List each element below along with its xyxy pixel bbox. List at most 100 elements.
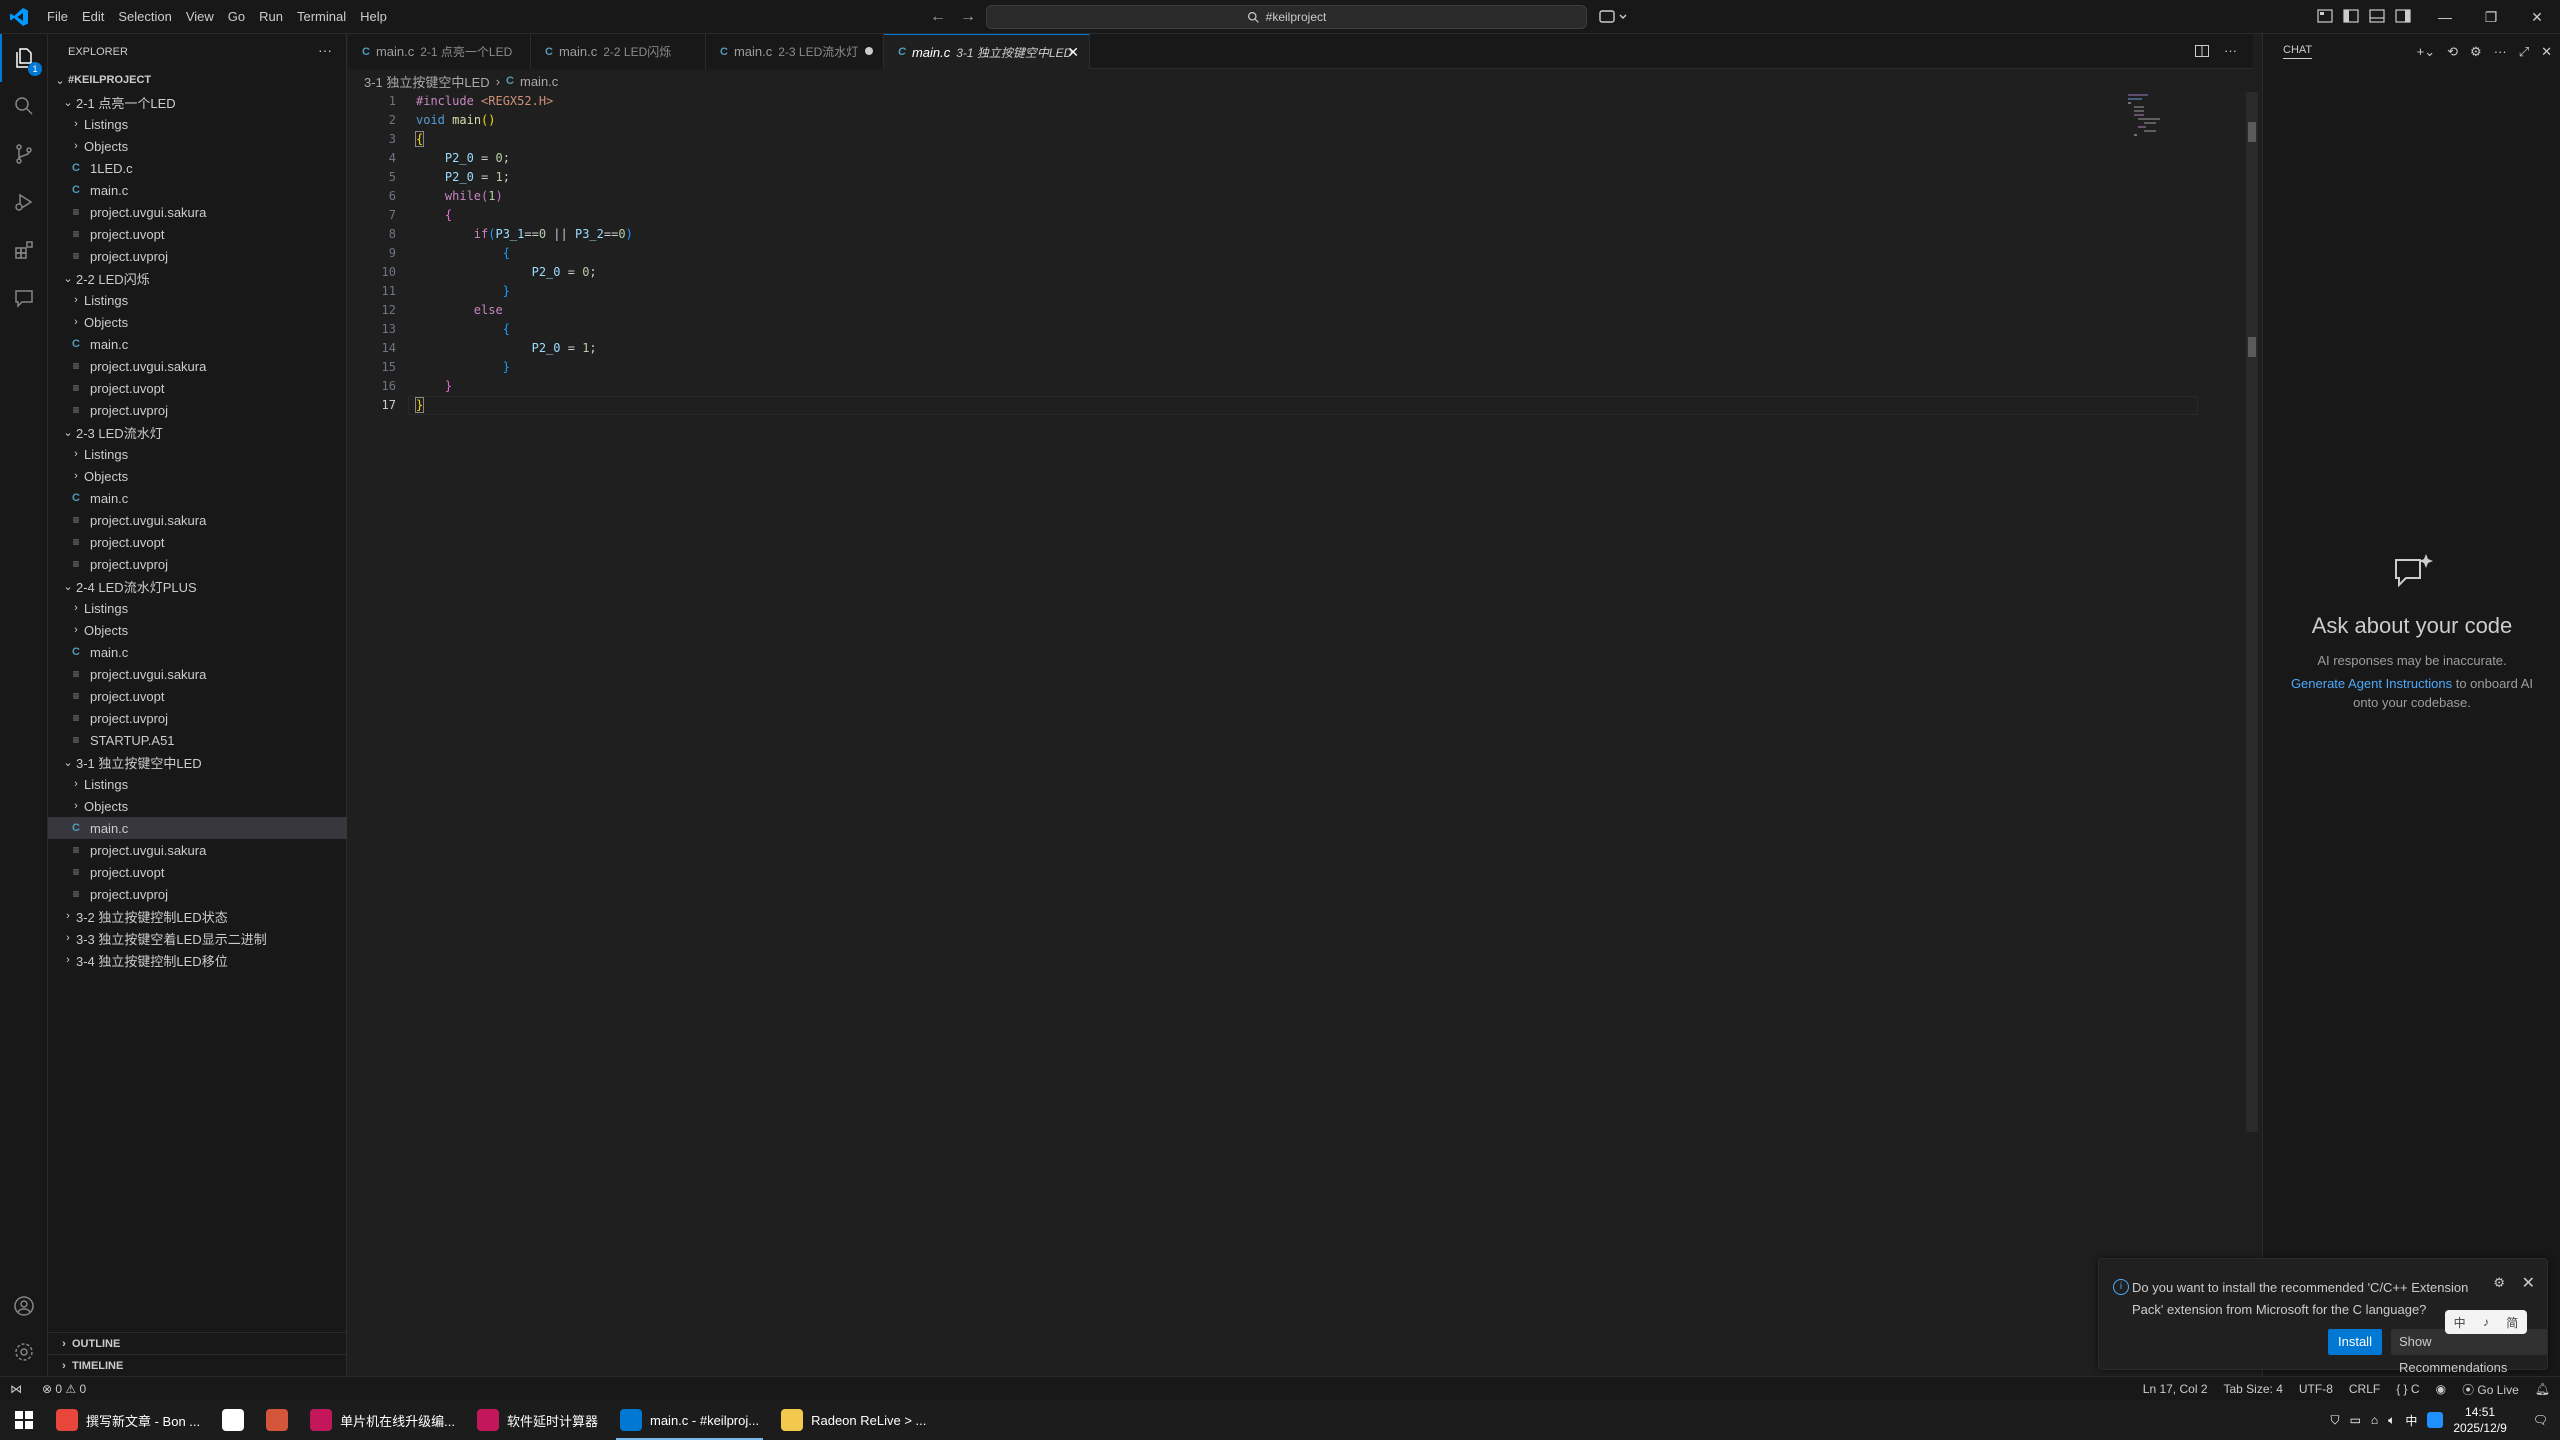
toggle-secondary-sidebar-icon[interactable]	[2394, 7, 2412, 25]
taskbar-app[interactable]: main.c - #keilproj...	[612, 1400, 767, 1440]
tree-file[interactable]: Cmain.c	[48, 641, 347, 663]
volume-icon[interactable]: 🔈︎	[2388, 1413, 2395, 1428]
tree-folder[interactable]: › Objects	[48, 311, 347, 333]
tree-folder[interactable]: › 3-4 独立按键控制LED移位	[48, 949, 347, 971]
taskbar-ime[interactable]: 中	[2405, 1412, 2417, 1429]
timeline-section[interactable]: › TIMELINE	[48, 1354, 347, 1376]
tree-folder[interactable]: ⌄ 2-4 LED流水灯PLUS	[48, 575, 347, 597]
tree-file[interactable]: ≡ project.uvproj	[48, 553, 347, 575]
tree-folder[interactable]: › Listings	[48, 597, 347, 619]
tree-file[interactable]: Cmain.c	[48, 179, 347, 201]
menu-file[interactable]: File	[40, 0, 75, 34]
tree-file[interactable]: C 1LED.c	[48, 157, 347, 179]
command-center-search[interactable]: #keilproject	[986, 5, 1587, 29]
code-content[interactable]: #include <REGX52.H> void main() { P2_0 =…	[414, 92, 633, 415]
action-center-icon[interactable]: 🗨︎	[2533, 1413, 2548, 1427]
more-actions-icon[interactable]: ···	[318, 42, 332, 58]
toggle-panel-icon[interactable]	[2368, 7, 2386, 25]
workspace-root[interactable]: ⌄ #KEILPROJECT	[48, 69, 347, 91]
tree-file[interactable]: Cmain.c	[48, 333, 347, 355]
toggle-sidebar-icon[interactable]	[2342, 7, 2360, 25]
search-activity-icon[interactable]	[0, 82, 48, 130]
outline-section[interactable]: › OUTLINE	[48, 1332, 347, 1354]
breadcrumb-folder[interactable]: 3-1 独立按键空中LED	[364, 72, 490, 91]
history-icon[interactable]: ⟲	[2447, 44, 2458, 60]
tree-file[interactable]: ≡ project.uvopt	[48, 377, 347, 399]
install-button[interactable]: Install	[2328, 1329, 2382, 1355]
menu-view[interactable]: View	[179, 0, 221, 34]
copilot-menu-button[interactable]	[1598, 7, 1632, 27]
explorer-icon[interactable]: 1	[0, 34, 48, 82]
taskbar-app[interactable]: 软件延时计算器	[469, 1400, 606, 1440]
go-live-button[interactable]: ⦿ Go Live	[2462, 1381, 2519, 1398]
tree-file[interactable]: ≡ project.uvproj	[48, 707, 347, 729]
tree-file[interactable]: ≡ project.uvgui.sakura	[48, 509, 347, 531]
ime-chinese[interactable]: 中	[2454, 1314, 2466, 1331]
close-window-button[interactable]: ✕	[2514, 0, 2560, 34]
split-editor-icon[interactable]	[2194, 43, 2210, 59]
taskbar-app[interactable]	[258, 1400, 296, 1440]
chat-activity-icon[interactable]	[0, 274, 48, 322]
tree-file[interactable]: ≡ project.uvgui.sakura	[48, 355, 347, 377]
ime-toolbar[interactable]: 中 ♪ 简	[2445, 1310, 2527, 1334]
tree-folder[interactable]: ⌄ 2-1 点亮一个LED	[48, 91, 347, 113]
ime-simplified[interactable]: 简	[2506, 1314, 2518, 1331]
taskbar-app[interactable]: 撰写新文章 - Bon ...	[48, 1400, 208, 1440]
tree-file[interactable]: ≡ project.uvopt	[48, 861, 347, 883]
unsaved-dot-icon[interactable]	[865, 47, 873, 55]
breadcrumb-file[interactable]: main.c	[520, 74, 558, 89]
editor-scrollbar[interactable]	[2246, 92, 2258, 1132]
menu-edit[interactable]: Edit	[75, 0, 111, 34]
encoding[interactable]: UTF-8	[2299, 1382, 2333, 1396]
tree-folder[interactable]: › Objects	[48, 619, 347, 641]
tree-file[interactable]: ≡ project.uvopt	[48, 531, 347, 553]
tree-folder[interactable]: ⌄ 2-2 LED闪烁	[48, 267, 347, 289]
tree-folder[interactable]: › Listings	[48, 773, 347, 795]
maximize-icon[interactable]: ⤢	[2519, 44, 2529, 60]
tree-folder[interactable]: › Listings	[48, 289, 347, 311]
tree-file[interactable]: ≡ project.uvopt	[48, 223, 347, 245]
tree-file[interactable]: ≡ project.uvgui.sakura	[48, 201, 347, 223]
forward-arrow-icon[interactable]: →	[958, 7, 978, 27]
close-chat-icon[interactable]: ✕	[2541, 44, 2552, 60]
editor-more-actions-icon[interactable]: ···	[2224, 43, 2237, 59]
customize-layout-icon[interactable]	[2316, 7, 2334, 25]
generate-instructions-link[interactable]: Generate Agent Instructions	[2291, 676, 2452, 691]
notifications-bell-icon[interactable]: 🔔︎	[2535, 1382, 2550, 1396]
menu-terminal[interactable]: Terminal	[290, 0, 353, 34]
menu-run[interactable]: Run	[252, 0, 290, 34]
copilot-status-icon[interactable]: ◉	[2436, 1382, 2446, 1396]
ime-moon[interactable]: ♪	[2483, 1315, 2489, 1329]
settings-gear-icon[interactable]	[0, 1328, 48, 1376]
tree-file[interactable]: ≡ project.uvproj	[48, 245, 347, 267]
qq-icon[interactable]	[2427, 1412, 2444, 1428]
tree-file[interactable]: ≡ project.uvopt	[48, 685, 347, 707]
tree-folder[interactable]: › Listings	[48, 113, 347, 135]
tree-folder[interactable]: › 3-3 独立按键空着LED显示二进制	[48, 927, 347, 949]
run-debug-icon[interactable]	[0, 178, 48, 226]
toast-settings-icon[interactable]: ⚙	[2493, 1275, 2505, 1291]
tree-folder[interactable]: ⌄ 3-1 独立按键空中LED	[48, 751, 347, 773]
tree-folder[interactable]: › Listings	[48, 443, 347, 465]
tab-size[interactable]: Tab Size: 4	[2224, 1382, 2283, 1396]
language-mode[interactable]: { } C	[2396, 1382, 2419, 1396]
tree-folder[interactable]: › 3-2 独立按键控制LED状态	[48, 905, 347, 927]
restore-button[interactable]: ❐	[2468, 0, 2514, 34]
tree-file[interactable]: ≡ project.uvproj	[48, 399, 347, 421]
menu-help[interactable]: Help	[353, 0, 394, 34]
close-tab-icon[interactable]: ✕	[1067, 44, 1079, 61]
network-icon[interactable]: ⌂	[2371, 1413, 2378, 1427]
taskbar-app[interactable]: Radeon ReLive > ...	[773, 1400, 934, 1440]
remote-icon[interactable]: ⋈	[10, 1382, 22, 1396]
chat-more-icon[interactable]: ···	[2494, 44, 2507, 60]
tree-folder[interactable]: › Objects	[48, 795, 347, 817]
tab-main-c-2-1[interactable]: C main.c 2-1 点亮一个LED	[348, 34, 531, 69]
chat-settings-icon[interactable]: ⚙	[2470, 44, 2482, 60]
tree-folder[interactable]: › Objects	[48, 465, 347, 487]
problems-indicator[interactable]: ⊗ 0 ⚠ 0	[42, 1382, 86, 1396]
clock[interactable]: 14:51 2025/12/9	[2453, 1404, 2506, 1436]
new-chat-icon[interactable]: +⌄	[2417, 44, 2435, 60]
shield-icon[interactable]: ⛉	[2331, 1413, 2340, 1428]
taskbar-app[interactable]	[214, 1400, 252, 1440]
chat-title[interactable]: CHAT	[2283, 44, 2313, 59]
